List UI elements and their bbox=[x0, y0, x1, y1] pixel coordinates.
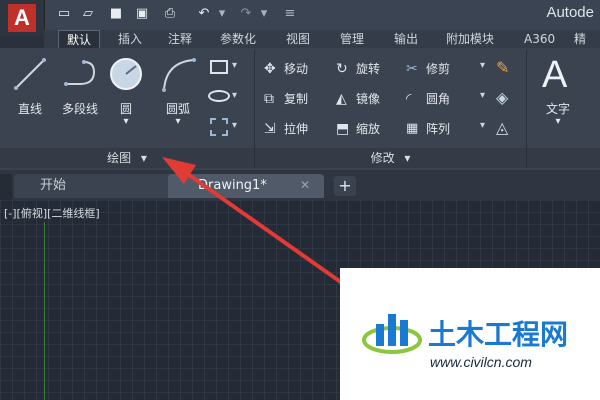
civilcn-logo-icon bbox=[362, 314, 422, 354]
watermark-url: www.civilcn.com bbox=[430, 354, 532, 370]
watermark-name: 土木工程网 bbox=[428, 319, 569, 350]
